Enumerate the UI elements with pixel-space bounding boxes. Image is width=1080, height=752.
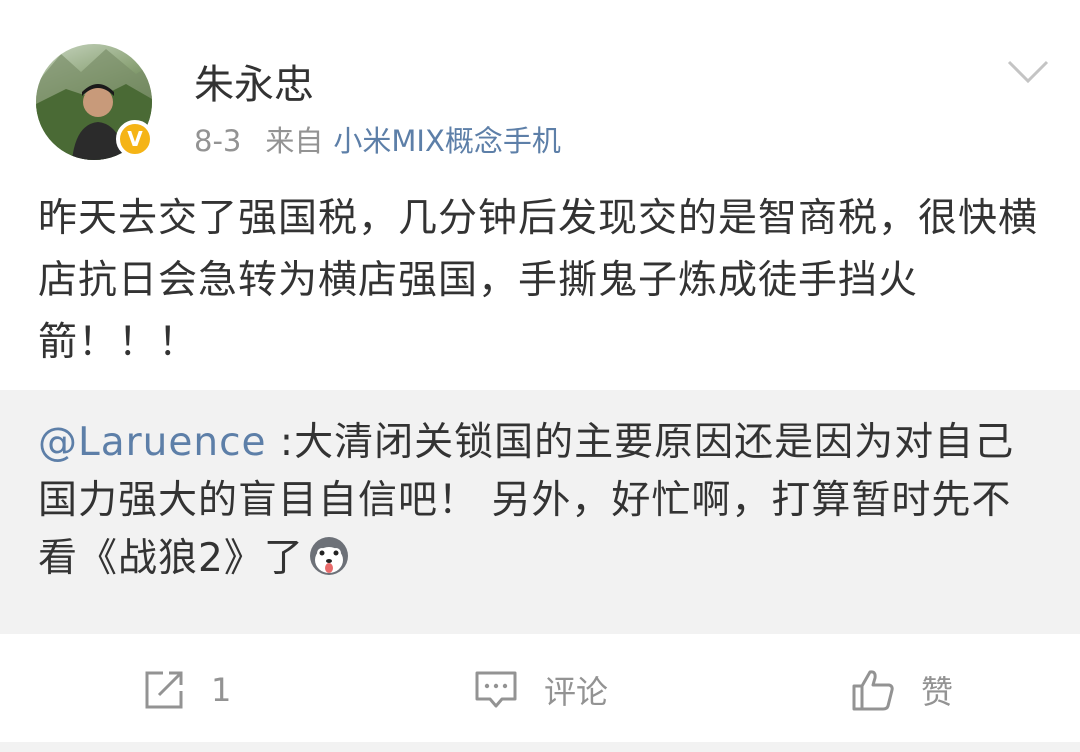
comment-icon	[475, 671, 517, 708]
thumbs-up-icon	[852, 670, 894, 711]
repost-text-block: @Laruence :大清闭关锁国的主要原因还是因为对自己国力强大的盲目自信吧！…	[38, 414, 1048, 588]
share-icon	[145, 671, 183, 709]
chevron-down-icon[interactable]	[1006, 58, 1050, 86]
like-button[interactable]: 赞	[851, 668, 953, 712]
source-link[interactable]: 小米MIX概念手机	[333, 124, 560, 158]
comment-label: 评论	[544, 673, 609, 711]
post-meta: 8-3 来自 小米MIX概念手机	[194, 118, 561, 160]
source-prefix: 来自	[265, 124, 324, 158]
post-text: 昨天去交了强国税，几分钟后发现交的是智商税，很快横店抗日会急转为横店强国，手撕鬼…	[38, 196, 1039, 365]
verified-badge-icon: V	[116, 120, 154, 158]
author-name[interactable]: 朱永忠	[194, 52, 314, 110]
avatar-container[interactable]: V	[36, 44, 154, 160]
comment-button[interactable]: 评论	[474, 668, 608, 712]
bottom-divider	[0, 742, 1080, 752]
share-count: 1	[211, 671, 232, 709]
action-bar: 1 评论 赞	[0, 634, 1080, 744]
mention-link[interactable]: @Laruence	[38, 420, 267, 465]
like-label: 赞	[921, 673, 954, 711]
repost-card[interactable]: @Laruence :大清闭关锁国的主要原因还是因为对自己国力强大的盲目自信吧！…	[0, 390, 1080, 634]
share-button[interactable]: 1	[143, 668, 231, 712]
post-time: 8-3	[194, 124, 242, 158]
husky-emoji-icon	[309, 537, 348, 575]
